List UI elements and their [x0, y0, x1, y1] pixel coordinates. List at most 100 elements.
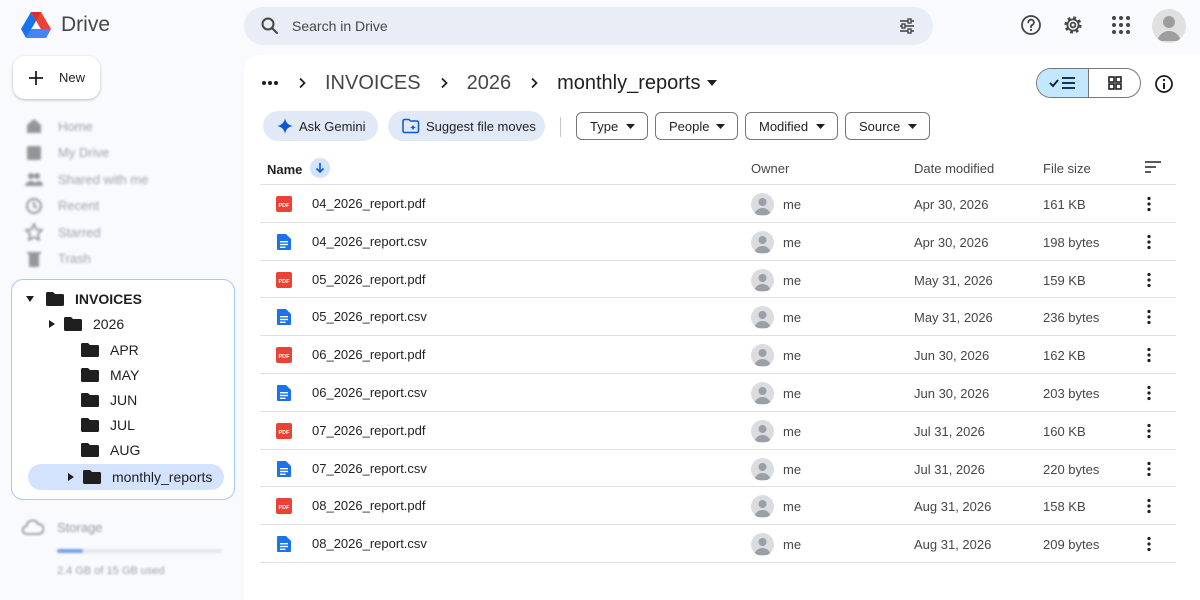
tree-item-label: INVOICES [75, 290, 142, 307]
tree-item-may[interactable]: MAY [81, 362, 139, 387]
column-header-owner[interactable]: Owner [751, 161, 789, 176]
avatar-person-icon [754, 500, 771, 518]
sidebar-item-recent[interactable]: Recent [16, 193, 236, 220]
file-name[interactable]: 08_2026_report.csv [312, 536, 427, 551]
table-row[interactable]: 04_2026_report.csv me Apr 30, 2026 198 b… [260, 223, 1176, 261]
table-row[interactable]: 06_2026_report.csv me Jun 30, 2026 203 b… [260, 374, 1176, 412]
suggest-file-moves-button[interactable]: Suggest file moves [388, 111, 545, 141]
search-bar[interactable] [244, 7, 933, 45]
check-list-icon [1048, 77, 1075, 89]
settings-icon[interactable] [1061, 13, 1085, 37]
file-owner: me [783, 348, 802, 364]
file-size: 158 KB [1043, 499, 1086, 515]
sort-options-icon[interactable] [1145, 160, 1161, 174]
csv-file-icon [275, 233, 293, 251]
caret-right-icon[interactable] [48, 319, 56, 328]
drive-logo[interactable]: Drive [20, 11, 110, 39]
tree-item-apr[interactable]: APR [81, 337, 139, 362]
sidebar-item-my-drive[interactable]: My Drive [16, 140, 236, 167]
sort-arrow-icon[interactable] [310, 158, 331, 178]
column-header-size[interactable]: File size [1043, 161, 1091, 176]
home-icon [27, 119, 41, 134]
filter-people[interactable]: People [655, 112, 738, 140]
table-row[interactable]: 08_2026_report.csv me Aug 31, 2026 209 b… [260, 525, 1176, 563]
caret-down-icon[interactable] [26, 295, 34, 303]
file-date-modified: Apr 30, 2026 [914, 234, 989, 250]
tree-item-aug[interactable]: AUG [81, 437, 140, 462]
tree-item-jul[interactable]: JUL [81, 412, 135, 437]
drive-logo-icon [21, 12, 51, 38]
trash-icon [27, 251, 41, 267]
sidebar-item-home[interactable]: Home [16, 113, 236, 140]
tree-item-label: APR [110, 341, 139, 358]
tree-item-2026[interactable]: 2026 [48, 311, 124, 336]
table-row[interactable]: PDF 05_2026_report.pdf me May 31, 2026 1… [260, 261, 1176, 299]
storage-section[interactable]: Storage 2.4 GB of 15 GB used [22, 519, 227, 577]
file-name[interactable]: 05_2026_report.pdf [312, 272, 425, 287]
app-name: Drive [61, 13, 111, 36]
more-vert-icon[interactable] [1144, 309, 1154, 325]
avatar-person-icon [754, 273, 771, 291]
more-vert-icon[interactable] [1144, 196, 1154, 212]
table-row[interactable]: PDF 07_2026_report.pdf me Jul 31, 2026 1… [260, 412, 1176, 450]
more-vert-icon[interactable] [1144, 461, 1154, 477]
sidebar-item-label: My Drive [58, 145, 110, 161]
file-name[interactable]: 07_2026_report.pdf [312, 423, 425, 438]
tree-item-monthly-reports[interactable]: monthly_reports [28, 464, 224, 490]
help-icon[interactable] [1019, 13, 1043, 37]
sidebar-item-shared[interactable]: Shared with me [16, 166, 236, 193]
caret-down-icon[interactable] [707, 80, 718, 86]
breadcrumb-item[interactable]: 2026 [467, 72, 512, 95]
tree-item-jun[interactable]: JUN [81, 387, 137, 412]
file-name[interactable]: 04_2026_report.csv [312, 234, 427, 249]
table-row[interactable]: PDF 04_2026_report.pdf me Apr 30, 2026 1… [260, 185, 1176, 223]
owner-avatar [751, 344, 774, 368]
more-vert-icon[interactable] [1144, 423, 1154, 439]
column-header-name[interactable]: Name [267, 158, 331, 178]
apps-grid-icon[interactable] [1109, 13, 1133, 37]
view-toggle [1036, 68, 1141, 98]
storage-label: Storage [57, 519, 103, 535]
sidebar-item-trash[interactable]: Trash [16, 246, 236, 273]
tree-item-invoices[interactable]: INVOICES [26, 286, 142, 311]
grid-view-button[interactable] [1089, 69, 1140, 97]
more-horiz-icon[interactable] [261, 80, 279, 86]
breadcrumb-current[interactable]: monthly_reports [557, 72, 700, 95]
search-icon[interactable] [260, 16, 280, 36]
more-vert-icon[interactable] [1144, 385, 1154, 401]
ask-gemini-button[interactable]: Ask Gemini [263, 111, 378, 141]
info-icon[interactable] [1154, 74, 1174, 94]
file-owner: me [783, 234, 802, 250]
file-name[interactable]: 06_2026_report.csv [312, 385, 427, 400]
table-row[interactable]: 05_2026_report.csv me May 31, 2026 236 b… [260, 298, 1176, 337]
file-name[interactable]: 07_2026_report.csv [312, 461, 427, 476]
file-name[interactable]: 06_2026_report.pdf [312, 347, 425, 362]
file-name[interactable]: 08_2026_report.pdf [312, 498, 425, 513]
filter-source[interactable]: Source [845, 112, 930, 140]
suggest-file-moves-label: Suggest file moves [426, 118, 536, 134]
file-name[interactable]: 04_2026_report.pdf [312, 196, 425, 211]
file-name[interactable]: 05_2026_report.csv [312, 309, 427, 324]
table-row[interactable]: 07_2026_report.csv me Jul 31, 2026 220 b… [260, 450, 1176, 488]
breadcrumb-item[interactable]: INVOICES [325, 72, 421, 95]
search-input[interactable] [292, 18, 897, 34]
filter-type[interactable]: Type [576, 112, 648, 140]
search-options-icon[interactable] [897, 16, 917, 36]
table-row[interactable]: PDF 06_2026_report.pdf me Jun 30, 2026 1… [260, 336, 1176, 374]
more-vert-icon[interactable] [1144, 347, 1154, 363]
more-vert-icon[interactable] [1144, 234, 1154, 250]
more-vert-icon[interactable] [1144, 536, 1154, 552]
csv-file-icon [275, 308, 293, 326]
more-vert-icon[interactable] [1144, 498, 1154, 514]
new-button[interactable]: New [13, 56, 100, 99]
list-view-button[interactable] [1037, 69, 1089, 97]
file-owner: me [783, 461, 802, 477]
file-owner: me [783, 310, 802, 326]
more-vert-icon[interactable] [1144, 272, 1154, 288]
filter-modified[interactable]: Modified [745, 112, 838, 140]
sidebar-item-starred[interactable]: Starred [16, 219, 236, 246]
table-row[interactable]: PDF 08_2026_report.pdf me Aug 31, 2026 1… [260, 487, 1176, 526]
column-header-date[interactable]: Date modified [914, 161, 994, 176]
caret-right-icon[interactable] [67, 473, 75, 481]
account-avatar[interactable] [1152, 9, 1186, 43]
